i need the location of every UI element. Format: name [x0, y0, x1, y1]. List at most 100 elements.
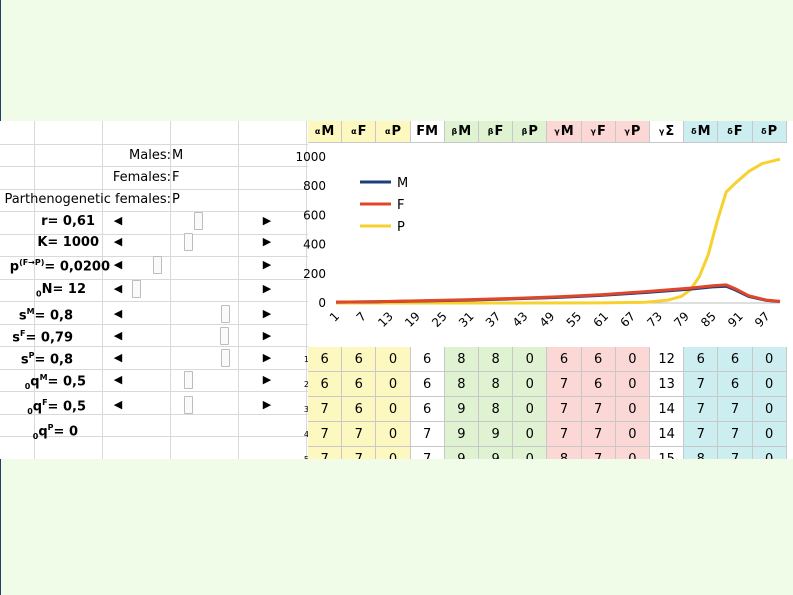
table-cell[interactable]: 8 — [479, 397, 514, 422]
slider-right-arrow-icon[interactable]: ▶ — [259, 305, 275, 323]
slider-thumb[interactable] — [221, 349, 231, 367]
column-header[interactable]: γM — [547, 121, 582, 143]
table-cell[interactable]: 0 — [752, 447, 787, 459]
slider-thumb[interactable] — [153, 256, 163, 274]
table-cell[interactable]: 0 — [513, 347, 548, 372]
table-cell[interactable]: 9 — [479, 422, 514, 447]
table-cell[interactable]: 7 — [547, 397, 582, 422]
table-cell[interactable]: 7 — [547, 422, 582, 447]
table-cell[interactable]: 12 — [650, 347, 685, 372]
table-cell[interactable]: 0 — [513, 372, 548, 397]
parameter-slider[interactable]: ◀ ▶ — [110, 327, 275, 345]
parameter-slider[interactable]: ◀ ▶ — [110, 280, 275, 298]
column-header[interactable]: δF — [718, 121, 753, 143]
table-cell[interactable]: 6 — [342, 372, 377, 397]
table-cell[interactable]: 6 — [308, 372, 343, 397]
table-cell[interactable]: 7 — [410, 447, 445, 459]
table-cell[interactable]: 6 — [308, 347, 343, 372]
column-header[interactable]: αP — [376, 121, 411, 143]
table-cell[interactable]: 7 — [684, 422, 719, 447]
table-cell[interactable]: 0 — [376, 447, 411, 459]
slider-thumb[interactable] — [194, 212, 204, 230]
table-cell[interactable]: 7 — [547, 372, 582, 397]
table-cell[interactable]: 15 — [650, 447, 685, 459]
table-cell[interactable]: 7 — [342, 422, 377, 447]
table-cell[interactable]: 6 — [581, 372, 616, 397]
table-cell[interactable]: 7 — [342, 447, 377, 459]
table-cell[interactable]: 0 — [752, 372, 787, 397]
column-header[interactable]: γF — [581, 121, 616, 143]
table-cell[interactable]: 9 — [444, 422, 479, 447]
table-cell[interactable]: 7 — [684, 372, 719, 397]
table-cell[interactable]: 0 — [615, 347, 650, 372]
table-cell[interactable]: 8 — [479, 372, 514, 397]
slider-left-arrow-icon[interactable]: ◀ — [110, 371, 126, 389]
table-cell[interactable]: 14 — [650, 397, 685, 422]
table-cell[interactable]: 0 — [615, 397, 650, 422]
slider-left-arrow-icon[interactable]: ◀ — [110, 396, 126, 414]
table-cell[interactable]: 0 — [376, 422, 411, 447]
slider-right-arrow-icon[interactable]: ▶ — [259, 212, 275, 230]
table-cell[interactable]: 9 — [444, 447, 479, 459]
table-cell[interactable]: 8 — [479, 347, 514, 372]
table-cell[interactable]: 0 — [615, 447, 650, 459]
table-cell[interactable]: 7 — [581, 447, 616, 459]
table-cell[interactable]: 7 — [718, 397, 753, 422]
slider-left-arrow-icon[interactable]: ◀ — [110, 305, 126, 323]
parameter-slider[interactable]: ◀ ▶ — [110, 233, 275, 251]
column-header[interactable]: βF — [479, 121, 514, 143]
table-cell[interactable]: 0 — [376, 372, 411, 397]
slider-left-arrow-icon[interactable]: ◀ — [110, 256, 126, 274]
slider-left-arrow-icon[interactable]: ◀ — [110, 327, 126, 345]
parameter-slider[interactable]: ◀ ▶ — [110, 212, 275, 230]
slider-right-arrow-icon[interactable]: ▶ — [259, 233, 275, 251]
table-cell[interactable]: 6 — [342, 397, 377, 422]
table-cell[interactable]: 0 — [513, 422, 548, 447]
slider-left-arrow-icon[interactable]: ◀ — [110, 349, 126, 367]
slider-thumb[interactable] — [220, 327, 230, 345]
table-cell[interactable]: 0 — [752, 347, 787, 372]
parameter-slider[interactable]: ◀ ▶ — [110, 371, 275, 389]
column-header[interactable]: δM — [684, 121, 719, 143]
slider-right-arrow-icon[interactable]: ▶ — [259, 280, 275, 298]
slider-right-arrow-icon[interactable]: ▶ — [259, 256, 275, 274]
column-header[interactable]: γP — [615, 121, 650, 143]
slider-right-arrow-icon[interactable]: ▶ — [259, 371, 275, 389]
column-header[interactable]: αM — [308, 121, 343, 143]
table-cell[interactable]: 8 — [547, 447, 582, 459]
parameter-slider[interactable]: ◀ ▶ — [110, 256, 275, 274]
table-cell[interactable]: 0 — [615, 422, 650, 447]
slider-left-arrow-icon[interactable]: ◀ — [110, 233, 126, 251]
table-cell[interactable]: 6 — [547, 347, 582, 372]
table-cell[interactable]: 8 — [444, 347, 479, 372]
slider-left-arrow-icon[interactable]: ◀ — [110, 212, 126, 230]
column-header[interactable]: βM — [444, 121, 479, 143]
table-cell[interactable]: 7 — [410, 422, 445, 447]
table-cell[interactable]: 7 — [308, 397, 343, 422]
table-cell[interactable]: 7 — [308, 447, 343, 459]
slider-right-arrow-icon[interactable]: ▶ — [259, 396, 275, 414]
column-header[interactable]: βP — [513, 121, 548, 143]
column-header[interactable]: αF — [342, 121, 377, 143]
slider-thumb[interactable] — [221, 305, 231, 323]
table-cell[interactable]: 9 — [479, 447, 514, 459]
table-cell[interactable]: 13 — [650, 372, 685, 397]
slider-right-arrow-icon[interactable]: ▶ — [259, 327, 275, 345]
column-header[interactable]: FM — [410, 121, 445, 143]
slider-thumb[interactable] — [184, 396, 194, 414]
slider-thumb[interactable] — [184, 233, 194, 251]
slider-left-arrow-icon[interactable]: ◀ — [110, 280, 126, 298]
parameter-slider[interactable]: ◀ ▶ — [110, 349, 275, 367]
table-cell[interactable]: 6 — [718, 347, 753, 372]
table-cell[interactable]: 0 — [376, 397, 411, 422]
slider-thumb[interactable] — [184, 371, 194, 389]
table-cell[interactable]: 7 — [308, 422, 343, 447]
table-cell[interactable]: 7 — [581, 397, 616, 422]
table-cell[interactable]: 0 — [752, 422, 787, 447]
column-header[interactable]: δP — [752, 121, 787, 143]
slider-right-arrow-icon[interactable]: ▶ — [259, 349, 275, 367]
column-header[interactable]: γΣ — [650, 121, 685, 143]
table-cell[interactable]: 6 — [684, 347, 719, 372]
table-cell[interactable]: 6 — [410, 372, 445, 397]
table-cell[interactable]: 0 — [513, 447, 548, 459]
